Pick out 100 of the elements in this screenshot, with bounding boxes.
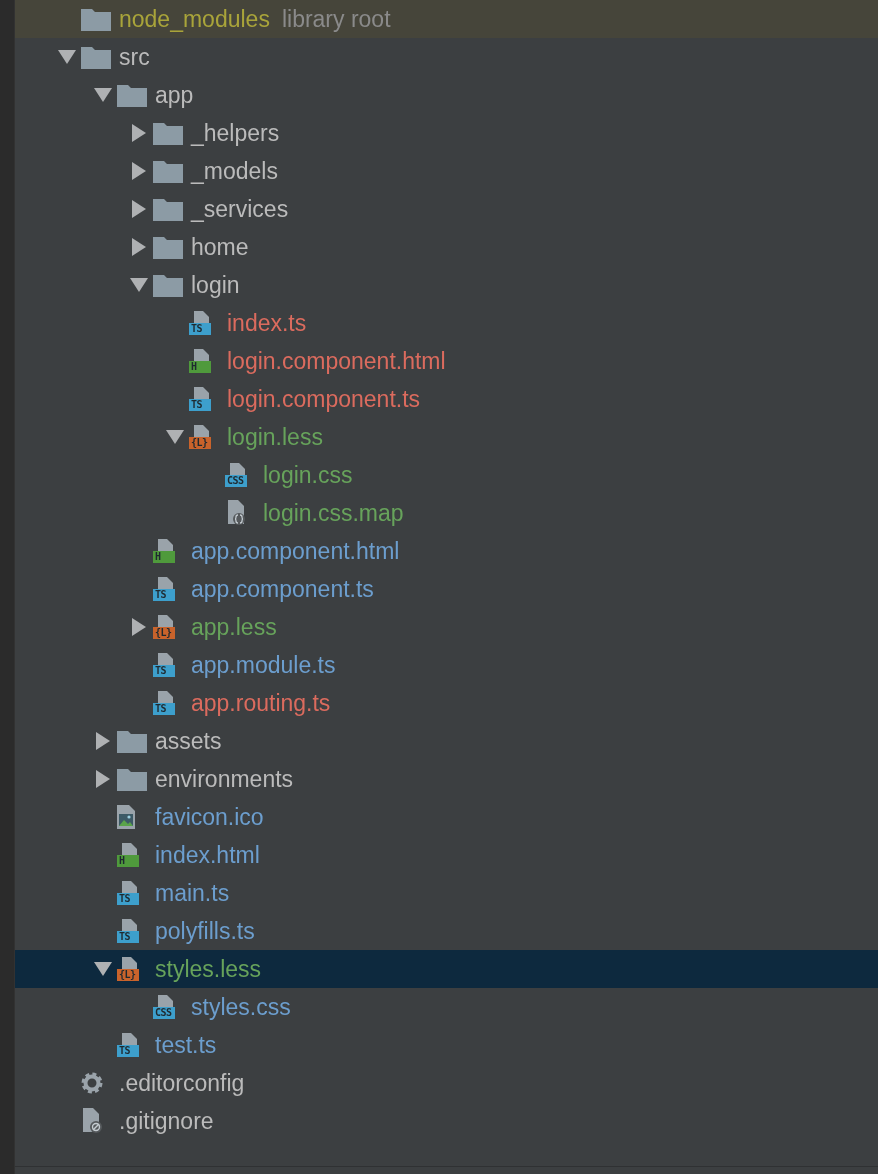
tree-row[interactable]: {L} styles.less [15,950,878,988]
tree-row[interactable]: {L} login.less [15,418,878,456]
folder-icon [117,83,147,107]
tree-row[interactable]: .gitignore [15,1102,878,1140]
file-name: index.html [155,841,260,869]
expanded-arrow-icon[interactable] [94,962,112,976]
file-type-label: TS [117,1045,139,1057]
file-icon [158,653,173,665]
file-type-label: TS [117,931,139,943]
tree-row[interactable]: _helpers [15,114,878,152]
file-name: main.ts [155,879,230,907]
file-name: app [155,81,194,109]
tree-row[interactable]: src [15,38,878,76]
file-type-label: TS [189,399,211,411]
collapsed-arrow-icon[interactable] [132,618,146,636]
collapsed-arrow-icon[interactable] [132,162,146,180]
file-type-label: CSS [225,475,247,487]
folder-icon [153,273,183,297]
file-type-label: H [189,361,211,373]
file-type-label: CSS [153,1007,175,1019]
file-type-label: {L} [153,627,175,639]
file-name: login.less [227,423,323,451]
file-name: _helpers [191,119,280,147]
folder-icon [81,45,111,69]
collapsed-arrow-icon[interactable] [96,732,110,750]
file-name: login.component.ts [227,385,421,413]
tree-row[interactable]: TS app.module.ts [15,646,878,684]
file-type-label: TS [153,665,175,677]
tree-row[interactable]: TS app.component.ts [15,570,878,608]
tree-row[interactable]: H login.component.html [15,342,878,380]
image-file-icon [117,805,137,829]
tree-row[interactable]: node_modules library root [15,0,878,38]
file-type-label: H [153,551,175,563]
file-type-label: H [117,855,139,867]
tree-row[interactable]: environments [15,760,878,798]
tree-row[interactable]: home [15,228,878,266]
expanded-arrow-icon[interactable] [166,430,184,444]
collapsed-arrow-icon[interactable] [96,770,110,788]
file-name: polyfills.ts [155,917,255,945]
expanded-arrow-icon[interactable] [94,88,112,102]
tree-row[interactable]: _models [15,152,878,190]
collapsed-arrow-icon[interactable] [132,238,146,256]
file-type-label: TS [117,893,139,905]
file-name: styles.less [155,955,262,983]
tree-row[interactable]: login [15,266,878,304]
tree-row[interactable]: H index.html [15,836,878,874]
library-root-label: library root [281,5,391,33]
file-name: .gitignore [119,1107,214,1135]
tree-row[interactable]: H app.component.html [15,532,878,570]
file-icon [194,387,209,399]
file-name: test.ts [155,1031,217,1059]
file-name: favicon.ico [155,803,264,831]
tree-row[interactable]: {L} app.less [15,608,878,646]
gear-icon [81,1072,103,1094]
folder-icon [153,197,183,221]
file-name: assets [155,727,222,755]
folder-icon [117,767,147,791]
tree-row[interactable]: TS test.ts [15,1026,878,1064]
file-icon [158,615,173,627]
file-icon [158,577,173,589]
file-icon [122,1033,137,1045]
file-name: environments [155,765,294,793]
tree-row[interactable]: assets [15,722,878,760]
tree-row[interactable]: CSS login.css [15,456,878,494]
file-icon [194,425,209,437]
file-name: app.component.ts [191,575,374,603]
file-name: app.module.ts [191,651,336,679]
file-name: app.less [191,613,277,641]
file-name: login.component.html [227,347,446,375]
file-icon [194,311,209,323]
file-name: app.component.html [191,537,400,565]
tree-row[interactable]: TS main.ts [15,874,878,912]
tree-row[interactable]: login.css.map [15,494,878,532]
file-icon [158,691,173,703]
collapsed-arrow-icon[interactable] [132,124,146,142]
file-icon [122,957,137,969]
tree-row[interactable]: TS login.component.ts [15,380,878,418]
collapsed-arrow-icon[interactable] [132,200,146,218]
folder-icon [117,729,147,753]
tree-row[interactable]: CSS styles.css [15,988,878,1026]
file-name: app.routing.ts [191,689,331,717]
file-type-label: {L} [189,437,211,449]
tree-row[interactable]: TS index.ts [15,304,878,342]
expanded-arrow-icon[interactable] [58,50,76,64]
expanded-arrow-icon[interactable] [130,278,148,292]
tree-row[interactable]: TS polyfills.ts [15,912,878,950]
file-icon [158,539,173,551]
tree-row[interactable]: favicon.ico [15,798,878,836]
tree-row[interactable]: TS app.routing.ts [15,684,878,722]
tree-row[interactable]: .editorconfig [15,1064,878,1102]
file-type-label: TS [153,703,175,715]
file-name: src [119,43,150,71]
file-name: index.ts [227,309,307,337]
file-name: login.css [263,461,353,489]
file-icon [122,919,137,931]
file-name: login [191,271,240,299]
tree-row[interactable]: app [15,76,878,114]
ignored-file-icon [81,1108,105,1134]
file-name: _services [191,195,289,223]
tree-row[interactable]: _services [15,190,878,228]
